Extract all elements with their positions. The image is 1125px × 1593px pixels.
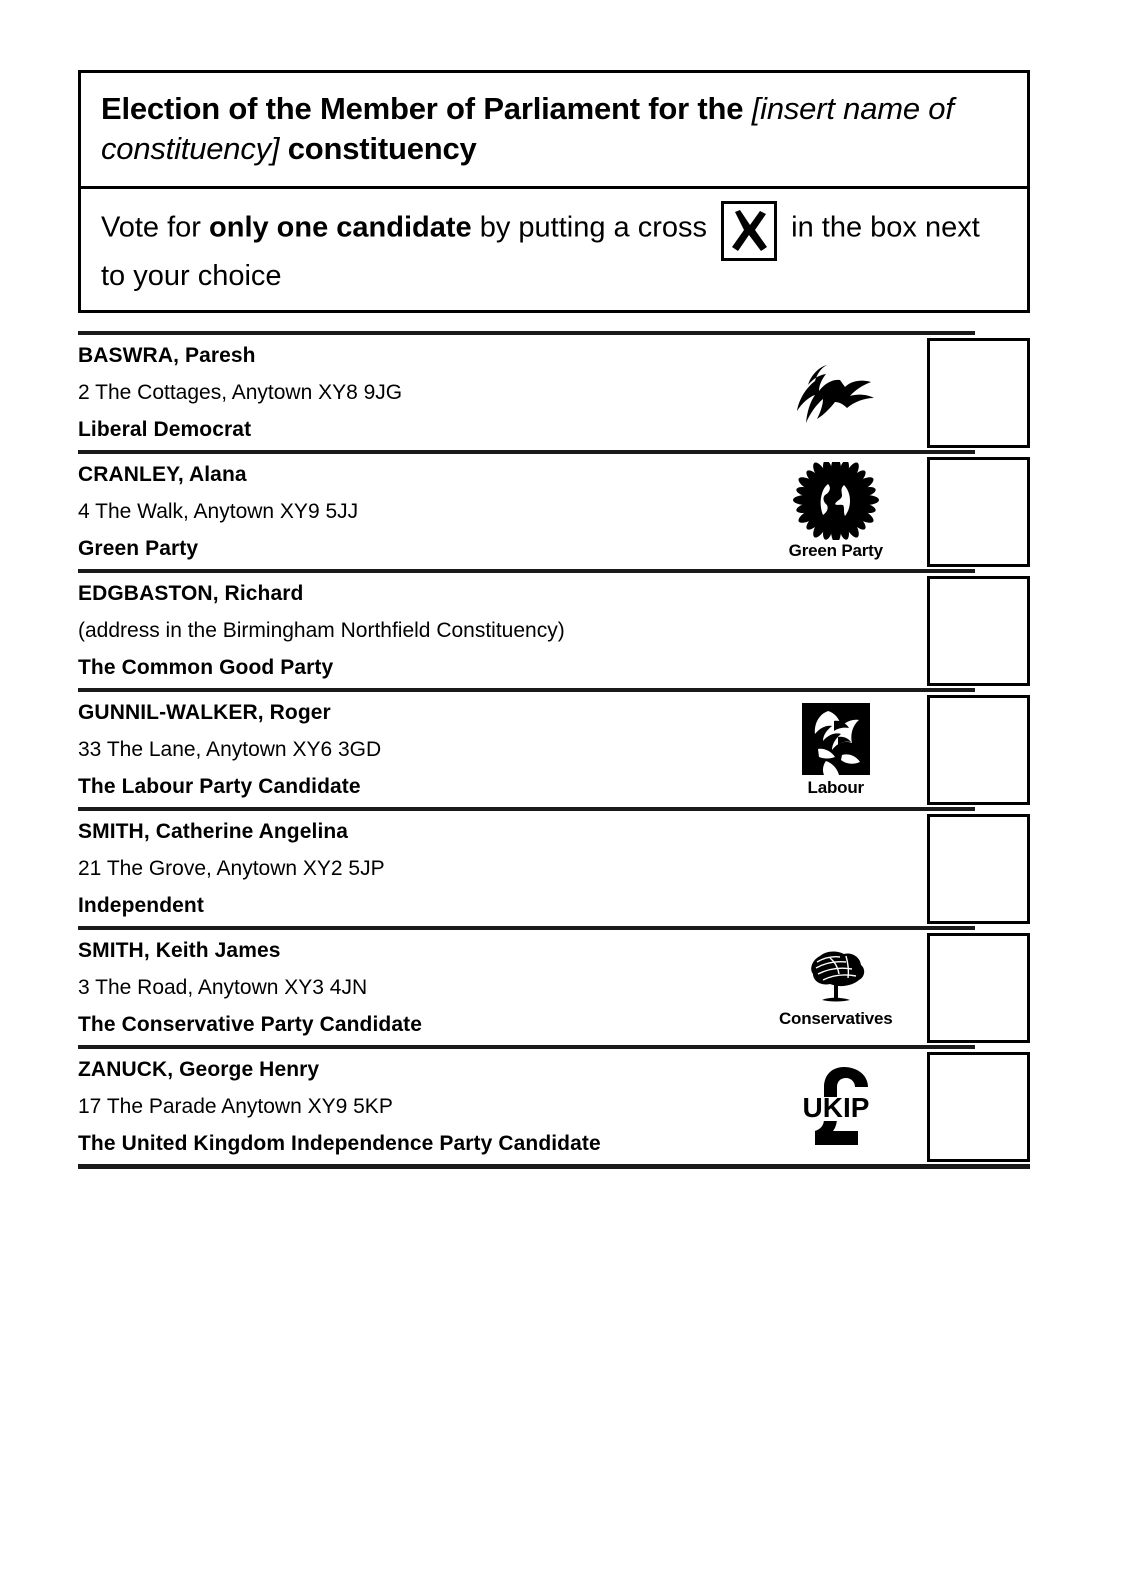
candidate-name: BASWRA, Paresh: [78, 344, 256, 368]
ballot-bottom-border: [78, 1164, 1030, 1170]
party-logo-cell: Labour: [744, 700, 927, 800]
party-logo-cell: UKIP: [744, 1057, 927, 1157]
candidate-address: 3 The Road, Anytown XY3 4JN: [78, 976, 368, 1000]
labour-rose-logo: [801, 703, 870, 776]
party-logo-cell: [744, 343, 927, 443]
title-prefix: Election of the Member of Parliament for…: [101, 91, 752, 126]
candidate-party: The United Kingdom Independence Party Ca…: [78, 1132, 601, 1156]
voting-instruction: Vote for only one candidate by putting a…: [101, 201, 1007, 296]
instruction-emphasis: only one candidate: [209, 212, 472, 244]
candidate-details: CRANLEY, Alana 4 The Walk, Anytown XY9 5…: [78, 454, 744, 569]
green-party-sunflower-globe-logo: [792, 462, 879, 541]
candidate-name: EDGBASTON, Richard: [78, 582, 304, 606]
candidate-name: ZANUCK, George Henry: [78, 1058, 320, 1082]
ballot-paper: Election of the Member of Parliament for…: [78, 70, 1030, 1170]
party-logo-cell: Conservatives: [744, 938, 927, 1038]
vote-box[interactable]: [927, 337, 1030, 448]
candidate-party: The Common Good Party: [78, 656, 334, 680]
libdem-bird-logo: [796, 364, 874, 423]
party-logo-cell: [744, 819, 927, 919]
candidate-details: GUNNIL-WALKER, Roger 33 The Lane, Anytow…: [78, 692, 744, 807]
vote-box[interactable]: [927, 456, 1030, 567]
candidate-party: The Conservative Party Candidate: [78, 1013, 422, 1037]
vote-box[interactable]: [927, 932, 1030, 1043]
candidate-details: ZANUCK, George Henry 17 The Parade Anyto…: [78, 1049, 744, 1164]
candidate-details: SMITH, Catherine Angelina 21 The Grove, …: [78, 811, 744, 926]
table-row[interactable]: ZANUCK, George Henry 17 The Parade Anyto…: [78, 1049, 1030, 1164]
table-row[interactable]: EDGBASTON, Richard (address in the Birmi…: [78, 573, 1030, 688]
candidate-details: SMITH, Keith James 3 The Road, Anytown X…: [78, 930, 744, 1045]
page-title: Election of the Member of Parliament for…: [101, 89, 1007, 168]
cross-mark-icon: [732, 210, 768, 252]
candidate-party: Green Party: [78, 537, 199, 561]
candidate-name: GUNNIL-WALKER, Roger: [78, 701, 331, 725]
candidate-address: 4 The Walk, Anytown XY9 5JJ: [78, 500, 359, 524]
candidate-address: 2 The Cottages, Anytown XY8 9JG: [78, 381, 403, 405]
table-row[interactable]: SMITH, Catherine Angelina 21 The Grove, …: [78, 811, 1030, 926]
vote-box[interactable]: [927, 694, 1030, 805]
table-row[interactable]: SMITH, Keith James 3 The Road, Anytown X…: [78, 930, 1030, 1045]
table-row[interactable]: CRANLEY, Alana 4 The Walk, Anytown XY9 5…: [78, 454, 1030, 569]
conservative-tree-logo: [810, 951, 864, 1002]
party-logo-cell: Green Party: [744, 462, 927, 562]
table-row[interactable]: GUNNIL-WALKER, Roger 33 The Lane, Anytow…: [78, 692, 1030, 807]
table-row[interactable]: BASWRA, Paresh 2 The Cottages, Anytown X…: [78, 335, 1030, 450]
candidate-details: EDGBASTON, Richard (address in the Birmi…: [78, 573, 744, 688]
vote-box[interactable]: [927, 575, 1030, 686]
example-vote-box: [721, 201, 778, 262]
party-logo-cell: [744, 581, 927, 681]
instruction-part-2: by putting a cross: [471, 212, 716, 244]
party-logo-caption: Conservatives: [778, 1009, 893, 1029]
vote-box[interactable]: [927, 1051, 1030, 1162]
candidate-address: 33 The Lane, Anytown XY6 3GD: [78, 738, 382, 762]
party-logo-caption: Green Party: [788, 541, 883, 561]
candidate-address: (address in the Birmingham Northfield Co…: [78, 619, 565, 643]
candidate-name: SMITH, Catherine Angelina: [78, 820, 349, 844]
candidate-party: Liberal Democrat: [78, 418, 252, 442]
candidate-address: 21 The Grove, Anytown XY2 5JP: [78, 857, 385, 881]
candidate-address: 17 The Parade Anytown XY9 5KP: [78, 1095, 393, 1119]
candidate-list: BASWRA, Paresh 2 The Cottages, Anytown X…: [78, 331, 1030, 1170]
candidate-party: Independent: [78, 894, 204, 918]
candidate-name: CRANLEY, Alana: [78, 463, 247, 487]
ballot-instruction-cell: Vote for only one candidate by putting a…: [81, 189, 1027, 310]
candidate-name: SMITH, Keith James: [78, 939, 281, 963]
candidate-party: The Labour Party Candidate: [78, 775, 361, 799]
ballot-header-box: Election of the Member of Parliament for…: [78, 70, 1030, 314]
ukip-pound-logo: UKIP: [797, 1066, 876, 1145]
instruction-part-1: Vote for: [101, 212, 210, 244]
ballot-title-cell: Election of the Member of Parliament for…: [81, 73, 1027, 190]
candidate-details: BASWRA, Paresh 2 The Cottages, Anytown X…: [78, 335, 744, 450]
title-suffix: constituency: [279, 130, 477, 166]
ukip-wordmark: UKIP: [802, 1092, 869, 1123]
party-logo-caption: Labour: [807, 778, 865, 798]
vote-box[interactable]: [927, 813, 1030, 924]
